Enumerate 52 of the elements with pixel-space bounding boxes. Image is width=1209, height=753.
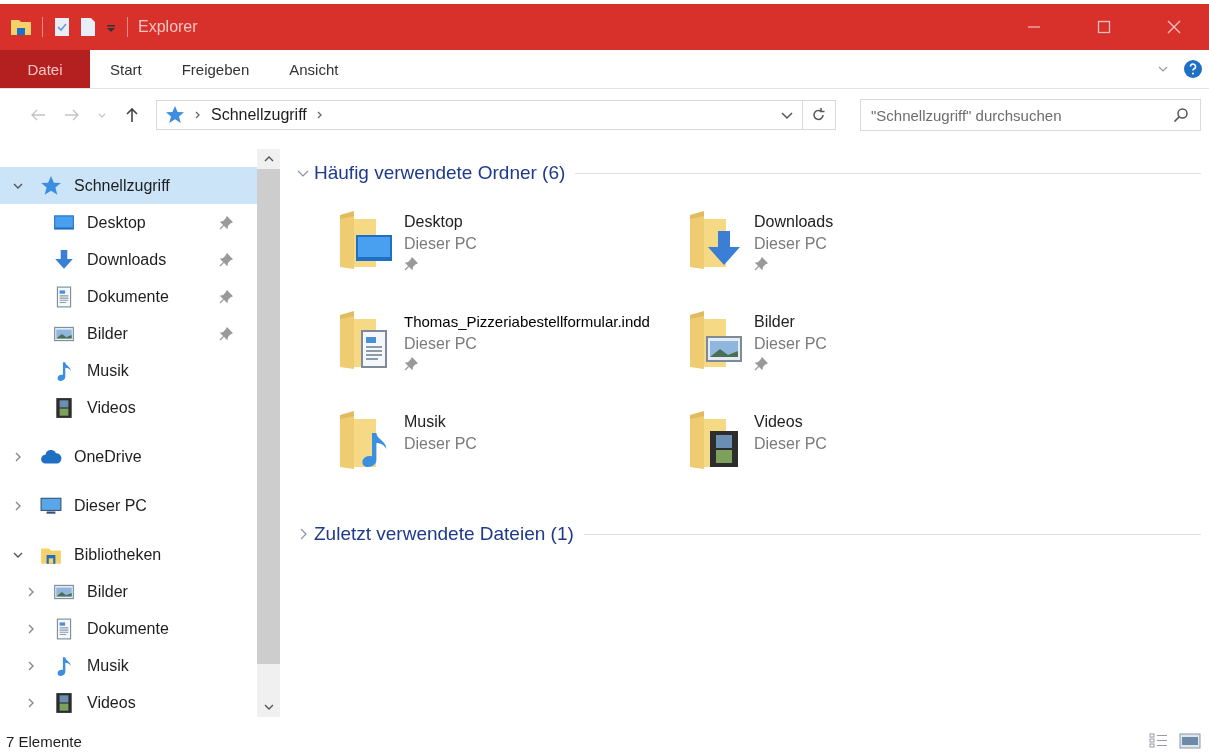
navigation-item[interactable]: OneDrive — [0, 438, 257, 475]
folder-location: Dieser PC — [754, 234, 828, 254]
navigation-item[interactable]: Dokumente — [0, 610, 257, 647]
folder-name[interactable]: Thomas_Pizzeriabestellformular.indd — [404, 311, 650, 333]
folder-name[interactable]: Desktop — [404, 211, 477, 233]
download-arrow-icon — [53, 248, 75, 271]
navigation-item[interactable]: Dokumente — [0, 278, 257, 315]
up-arrow-icon[interactable] — [124, 107, 140, 123]
refresh-icon[interactable] — [811, 107, 827, 123]
folder-name[interactable]: Musik — [404, 411, 477, 433]
navigation-item[interactable]: Bilder — [0, 573, 257, 610]
close-icon[interactable] — [1167, 20, 1181, 34]
search-icon[interactable] — [1173, 107, 1189, 123]
folder-icon[interactable] — [10, 17, 32, 37]
film-icon — [53, 691, 75, 714]
ribbon-tab[interactable]: Datei — [0, 50, 90, 88]
navigation-item[interactable]: Dieser PC — [0, 487, 257, 524]
maximize-icon[interactable] — [1097, 20, 1111, 34]
item-count: 7 Elemente — [6, 732, 82, 750]
navigation-item[interactable]: Desktop — [0, 204, 257, 241]
folder-location: Dieser PC — [754, 334, 827, 354]
section-title[interactable]: Zuletzt verwendete Dateien (1) — [314, 523, 574, 545]
star-icon — [40, 174, 62, 197]
folder-name[interactable]: Videos — [754, 411, 827, 433]
star-icon — [165, 105, 185, 125]
navigation-item[interactable]: Downloads — [0, 241, 257, 278]
details-view-icon[interactable] — [1149, 733, 1169, 749]
navigation-item[interactable]: Bilder — [0, 315, 257, 352]
folder-location: Dieser PC — [404, 234, 477, 254]
folder-location: Dieser PC — [754, 434, 827, 454]
navigation-item[interactable]: Schnellzugriff — [0, 167, 257, 204]
film-icon — [53, 396, 75, 419]
search-field[interactable]: "Schnellzugriff" durchsuchen — [860, 99, 1201, 131]
navigation-item[interactable]: Videos — [0, 389, 257, 426]
window-title: Explorer — [138, 18, 198, 36]
scroll-down-icon[interactable] — [263, 703, 274, 711]
navigation-item[interactable]: Videos — [0, 684, 257, 721]
folder-location: Dieser PC — [404, 334, 478, 354]
navigation-item[interactable]: Musik — [0, 352, 257, 389]
folder-location: Dieser PC — [404, 434, 477, 454]
large-icons-view-icon[interactable] — [1179, 733, 1201, 749]
address-field[interactable]: Schnellzugriff — [156, 100, 836, 130]
checked-document-icon[interactable] — [53, 17, 71, 37]
navigation-item[interactable]: Musik — [0, 647, 257, 684]
folder-name[interactable]: Bilder — [754, 311, 827, 333]
navigation-item[interactable]: Bibliotheken — [0, 536, 257, 573]
help-icon[interactable] — [1183, 59, 1203, 79]
folder-name[interactable]: Downloads — [754, 211, 834, 233]
breadcrumb[interactable]: Schnellzugriff — [211, 106, 307, 124]
blank-page-icon[interactable] — [79, 17, 97, 37]
section-title[interactable]: Häufig verwendete Ordner (6) — [314, 162, 566, 184]
scroll-up-icon[interactable] — [263, 155, 274, 163]
